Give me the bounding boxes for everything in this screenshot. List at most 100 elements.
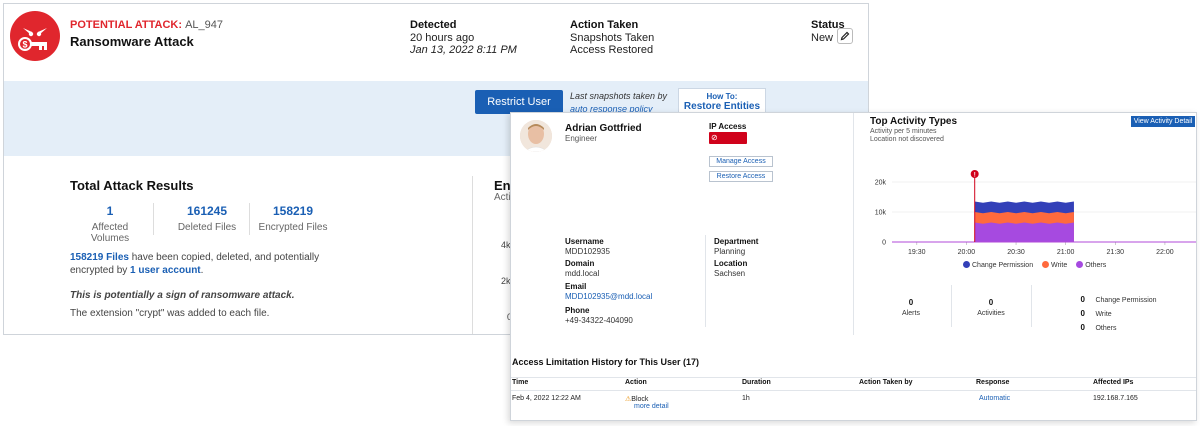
- attack-type-label: POTENTIAL ATTACK: AL_947: [70, 19, 223, 31]
- col-header-action-taken-by[interactable]: Action Taken by: [859, 379, 913, 386]
- y-tick-label: 0: [882, 240, 886, 247]
- history-title: Access Limitation History for This User …: [512, 357, 700, 367]
- username-label: Username: [565, 237, 604, 246]
- activity-subtitle-line: Activity per 5 minutes: [870, 128, 937, 135]
- user-account-link[interactable]: 1 user account: [130, 265, 201, 276]
- legend-label: Write: [1051, 262, 1068, 269]
- col-header-affected-ips[interactable]: Affected IPs: [1093, 379, 1133, 386]
- activity-subtitle: Activity per 5 minutes Location not disc…: [870, 128, 944, 144]
- stat-caption: Encrypted Files: [258, 222, 328, 233]
- section-divider: [472, 176, 473, 334]
- avatar: [520, 120, 552, 152]
- email-label: Email: [565, 282, 587, 291]
- detected-datetime: Jan 13, 2022 8:11 PM: [410, 44, 517, 56]
- username-field: Username MDD102935: [565, 237, 610, 256]
- stat-affected-volumes: 1 Affected Volumes: [74, 204, 146, 244]
- count-caption: Activities: [977, 310, 1005, 317]
- alert-title: Ransomware Attack: [70, 34, 194, 49]
- col-header-action[interactable]: Action: [625, 379, 647, 386]
- stat-divider: [249, 203, 250, 235]
- howto-label: How To:: [706, 92, 738, 101]
- activity-subtitle-line: Location not discovered: [870, 136, 944, 143]
- x-tick-label: 20:30: [1007, 249, 1025, 256]
- department-value: Planning: [714, 247, 746, 256]
- alert-id: AL_947: [185, 19, 224, 31]
- detected-block: Detected 20 hours ago Jan 13, 2022 8:11 …: [410, 19, 517, 56]
- stat-caption: Deleted Files: [177, 222, 237, 233]
- username-value: MDD102935: [565, 247, 610, 256]
- chart-legend: Change Permission Write Others: [963, 261, 1113, 269]
- ip-access-label: IP Access: [709, 122, 747, 131]
- stat-value: 158219: [272, 204, 314, 218]
- breakdown-label: Others: [1095, 325, 1117, 332]
- count-divider: [1031, 285, 1032, 327]
- svg-text:$: $: [22, 40, 27, 50]
- ransomware-icon: $: [10, 11, 60, 61]
- x-tick-label: 19:30: [908, 249, 926, 256]
- view-activity-detail-button[interactable]: View Activity Detail: [1131, 116, 1195, 127]
- snapshot-note-text: Last snapshots taken by: [570, 91, 668, 101]
- phone-field: Phone +49-34322-404090: [565, 306, 633, 325]
- legend-label: Others: [1085, 262, 1107, 269]
- domain-value: mdd.local: [565, 269, 600, 278]
- stat-value: 1: [106, 204, 114, 218]
- summary-end: .: [200, 265, 204, 276]
- stat-value: 161245: [186, 204, 228, 218]
- ransomware-warning: This is potentially a sign of ransomware…: [70, 290, 295, 301]
- legend-label: Change Permission: [972, 262, 1034, 269]
- restore-entities-link[interactable]: Restore Entities: [679, 101, 765, 112]
- phone-label: Phone: [565, 306, 590, 315]
- department-label: Department: [714, 237, 759, 246]
- legend-swatch: [1076, 261, 1084, 268]
- alerts-count: 0 Alerts: [889, 298, 933, 317]
- count-value: 0: [908, 298, 914, 307]
- legend-item: Others: [1076, 261, 1107, 269]
- x-tick-label: 21:00: [1057, 249, 1075, 256]
- manage-access-button[interactable]: Manage Access: [709, 156, 773, 167]
- activity-title: Top Activity Types: [870, 116, 958, 127]
- series-area-others: [974, 222, 1074, 242]
- row-response-link[interactable]: Automatic: [979, 395, 1010, 402]
- col-header-response[interactable]: Response: [976, 379, 1009, 386]
- results-summary: 158219 Files have been copied, deleted, …: [70, 251, 340, 277]
- more-detail-link[interactable]: more detail: [634, 403, 669, 410]
- stat-divider: [153, 203, 154, 235]
- breakdown-others: 0 Others: [1071, 317, 1117, 335]
- location-value: Sachsen: [714, 269, 746, 278]
- pencil-icon: [840, 31, 850, 41]
- domain-label: Domain: [565, 259, 595, 268]
- col-header-duration[interactable]: Duration: [742, 379, 771, 386]
- results-title: Total Attack Results: [70, 178, 194, 193]
- detected-label: Detected: [410, 19, 457, 31]
- y-tick-label: 10k: [875, 210, 887, 217]
- blocked-icon: ⊘: [711, 133, 718, 142]
- y-tick-label: 20k: [875, 180, 887, 187]
- row-action: ⚠Block more detail: [625, 395, 669, 410]
- panel-divider: [853, 113, 854, 335]
- alert-marker-label: !: [974, 173, 976, 179]
- email-link[interactable]: MDD102935@mdd.local: [565, 292, 652, 301]
- edit-status-button[interactable]: [837, 28, 853, 44]
- legend-item: Write: [1042, 261, 1068, 269]
- domain-field: Domain mdd.local: [565, 259, 599, 278]
- count-value: 0: [988, 298, 994, 307]
- legend-item: Change Permission: [963, 261, 1034, 269]
- action-taken-line: Access Restored: [570, 44, 654, 56]
- files-link[interactable]: 158219 Files: [70, 252, 129, 263]
- row-affected-ips: 192.168.7.165: [1093, 395, 1138, 402]
- legend-swatch: [963, 261, 970, 268]
- legend-swatch: [1042, 261, 1050, 268]
- restrict-user-button[interactable]: Restrict User: [475, 90, 563, 114]
- row-action-text: Block: [631, 396, 649, 403]
- stat-deleted-files: 161245 Deleted Files: [172, 204, 242, 233]
- row-duration: 1h: [742, 395, 750, 402]
- blocked-badge: ⊘ Blocked: [709, 132, 747, 154]
- x-tick-label: 20:00: [958, 249, 976, 256]
- department-field: Department Planning: [714, 237, 758, 256]
- col-header-time[interactable]: Time: [512, 379, 528, 386]
- activity-area-chart: 20k 10k 0 19:30 20:00 20:30 21:00 21:30 22:00!: [875, 170, 1196, 256]
- location-label: Location: [714, 259, 748, 268]
- breakdown-value: 0: [1080, 323, 1085, 332]
- user-role: Engineer: [565, 134, 598, 143]
- restore-access-button[interactable]: Restore Access: [709, 171, 773, 182]
